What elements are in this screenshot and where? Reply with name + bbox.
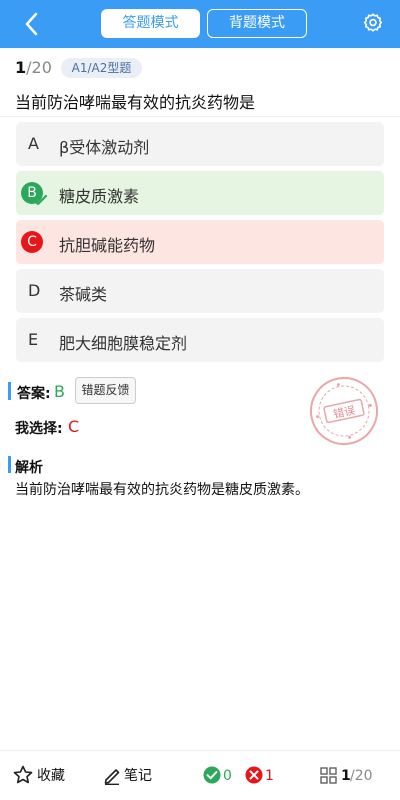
section-accent-bar bbox=[8, 382, 11, 400]
option-letter: D bbox=[28, 281, 41, 300]
option-text: 糖皮质激素 bbox=[59, 187, 140, 206]
star-icon bbox=[13, 765, 33, 784]
progress-total: /20 bbox=[26, 58, 52, 77]
top-nav-bar: 答题模式 背题模式 bbox=[0, 0, 400, 48]
notes-label: 笔记 bbox=[124, 768, 152, 784]
option-d[interactable]: D 茶碱类 bbox=[16, 269, 384, 313]
option-text: β受体激动剂 bbox=[59, 138, 150, 157]
wrong-counter: 1 bbox=[245, 765, 285, 787]
checkmark-icon bbox=[33, 194, 47, 206]
answer-label: 答案: bbox=[17, 386, 51, 402]
wrong-stamp-icon: 错误 bbox=[310, 377, 378, 445]
analysis-title: 解析 bbox=[15, 460, 43, 476]
wrong-count: 1 bbox=[265, 768, 274, 784]
check-circle-icon bbox=[203, 766, 221, 784]
correct-counter: 0 bbox=[203, 765, 243, 787]
option-a[interactable]: A β受体激动剂 bbox=[16, 122, 384, 166]
mode-tabs: 答题模式 背题模式 bbox=[101, 9, 307, 38]
option-letter-wrong: C bbox=[21, 231, 43, 253]
section-accent-bar bbox=[8, 456, 11, 473]
correct-count: 0 bbox=[223, 768, 232, 784]
error-feedback-button[interactable]: 错题反馈 bbox=[75, 377, 136, 404]
option-b[interactable]: B 糖皮质激素 bbox=[16, 171, 384, 215]
tab-recite-mode[interactable]: 背题模式 bbox=[207, 9, 307, 38]
question-text: 当前防治哮喘最有效的抗炎药物是 bbox=[15, 93, 256, 112]
option-e[interactable]: E 肥大细胞膜稳定剂 bbox=[16, 318, 384, 362]
grid-icon bbox=[320, 767, 337, 784]
divider bbox=[0, 116, 400, 117]
my-choice-label: 我选择: bbox=[15, 421, 63, 437]
back-chevron-icon[interactable] bbox=[20, 10, 44, 38]
grid-progress-total: /20 bbox=[350, 768, 373, 784]
favorite-button[interactable]: 收藏 bbox=[13, 765, 73, 787]
my-choice-value: C bbox=[68, 417, 80, 436]
notes-button[interactable]: 笔记 bbox=[103, 765, 163, 787]
settings-gear-icon[interactable] bbox=[362, 12, 384, 34]
x-circle-icon bbox=[245, 766, 263, 784]
option-text: 茶碱类 bbox=[59, 285, 108, 304]
option-c[interactable]: C 抗胆碱能药物 bbox=[16, 220, 384, 264]
progress-current: 1 bbox=[15, 58, 27, 77]
pencil-icon bbox=[104, 769, 120, 785]
option-letter: E bbox=[28, 330, 39, 349]
analysis-text: 当前防治哮喘最有效的抗炎药物是糖皮质激素。 bbox=[15, 482, 309, 498]
question-type-badge: A1/A2型题 bbox=[61, 58, 142, 78]
option-letter: A bbox=[28, 134, 39, 153]
question-progress: 1/20 bbox=[15, 58, 52, 77]
correct-answer-value: B bbox=[54, 382, 65, 401]
favorite-label: 收藏 bbox=[37, 768, 65, 784]
tab-answer-mode[interactable]: 答题模式 bbox=[101, 9, 200, 38]
bottom-toolbar: 收藏 笔记 0 1 1 /20 bbox=[0, 750, 400, 800]
option-text: 肥大细胞膜稳定剂 bbox=[59, 334, 188, 353]
option-text: 抗胆碱能药物 bbox=[59, 236, 156, 255]
question-grid-button[interactable]: 1 /20 bbox=[320, 765, 390, 787]
